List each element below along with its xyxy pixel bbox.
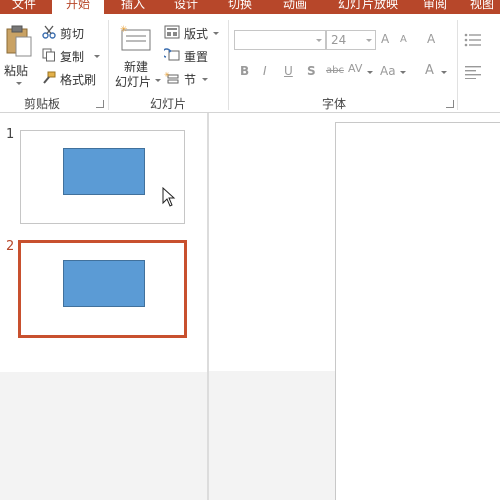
chevron-down-icon[interactable] — [94, 55, 100, 58]
change-case-button[interactable]: Aa — [380, 64, 396, 78]
format-painter-label: 格式刷 — [60, 73, 97, 87]
shrink-font-icon[interactable]: A — [400, 34, 407, 45]
svg-text:✳: ✳ — [120, 25, 128, 35]
paste-icon — [6, 25, 32, 57]
chevron-down-icon[interactable] — [441, 71, 447, 74]
group-divider — [108, 20, 109, 110]
underline-button[interactable]: U — [284, 64, 293, 78]
copy-icon — [42, 48, 55, 62]
ribbon-tab-bar: 文件 开始 插入 设计 切换 动画 幻灯片放映 审阅 视图 — [0, 0, 500, 14]
chevron-down-icon[interactable] — [316, 39, 322, 42]
layout-button[interactable]: 版式 — [164, 24, 222, 42]
section-button[interactable]: ✳ 节 — [164, 70, 222, 88]
svg-text:✳: ✳ — [164, 71, 170, 79]
chevron-down-icon[interactable] — [16, 82, 22, 85]
new-slide-button[interactable]: ✳ 新建 幻灯片 — [113, 22, 161, 92]
mouse-cursor-icon — [162, 187, 176, 207]
chevron-down-icon[interactable] — [202, 78, 208, 81]
font-size-value: 24 — [331, 33, 347, 47]
chevron-down-icon[interactable] — [213, 32, 219, 35]
font-name-combo[interactable] — [234, 30, 326, 50]
text-shadow-button[interactable]: S — [307, 64, 316, 78]
font-group-label: 字体 — [322, 97, 347, 111]
chevron-down-icon[interactable] — [366, 39, 372, 42]
ribbon: 粘贴 剪切 复制 格式刷 剪贴板 ✳ 新建 幻灯片 版式 重置 ✳ 节 幻灯片 … — [0, 14, 500, 113]
new-slide-icon: ✳ — [120, 25, 151, 51]
dialog-launcher-icon[interactable] — [96, 100, 104, 108]
section-label: 节 — [184, 73, 197, 87]
tab-transitions[interactable]: 切换 — [216, 0, 264, 14]
tab-slideshow[interactable]: 幻灯片放映 — [326, 0, 410, 14]
tab-review[interactable]: 审阅 — [414, 0, 456, 14]
slide-thumbnail-pane: 1 2 — [0, 113, 207, 500]
tab-insert[interactable]: 插入 — [110, 0, 156, 14]
chevron-down-icon[interactable] — [367, 71, 373, 74]
tab-animations[interactable]: 动画 — [270, 0, 320, 14]
copy-button[interactable]: 复制 — [42, 47, 102, 65]
clear-format-icon[interactable]: A — [427, 32, 435, 46]
slide-number: 1 — [6, 127, 15, 142]
clipboard-group-label: 剪贴板 — [24, 97, 61, 111]
chevron-down-icon[interactable] — [155, 79, 161, 82]
new-slide-label-line2: 幻灯片 — [115, 75, 152, 89]
character-spacing-button[interactable]: AV — [348, 62, 362, 75]
font-size-combo[interactable]: 24 — [326, 30, 376, 50]
font-color-button[interactable]: A — [425, 63, 434, 78]
section-icon: ✳ — [164, 71, 179, 84]
format-painter-button[interactable]: 格式刷 — [42, 70, 102, 88]
tab-home[interactable]: 开始 — [52, 0, 104, 14]
slide-number: 2 — [6, 239, 15, 254]
layout-icon — [164, 25, 180, 39]
italic-button[interactable]: I — [263, 64, 267, 78]
align-left-icon[interactable] — [464, 65, 482, 79]
scissors-icon — [42, 25, 56, 39]
cut-label: 剪切 — [60, 27, 85, 41]
dialog-launcher-icon[interactable] — [446, 100, 454, 108]
layout-label: 版式 — [184, 27, 209, 41]
bullets-icon[interactable] — [464, 33, 482, 47]
group-divider — [228, 20, 229, 110]
reset-icon — [164, 48, 180, 61]
paste-label: 粘贴 — [4, 64, 29, 78]
tab-design[interactable]: 设计 — [162, 0, 210, 14]
slide-thumbnail-1[interactable] — [20, 130, 185, 224]
reset-button[interactable]: 重置 — [164, 47, 222, 65]
tab-file[interactable]: 文件 — [0, 0, 48, 14]
group-divider — [457, 20, 458, 110]
tab-view[interactable]: 视图 — [462, 0, 500, 14]
rectangle-shape — [63, 260, 145, 307]
thumbnail-pane-empty-area — [0, 372, 207, 500]
chevron-down-icon[interactable] — [400, 71, 406, 74]
format-painter-icon — [43, 71, 56, 84]
reset-label: 重置 — [184, 50, 209, 64]
paste-button[interactable]: 粘贴 — [2, 22, 36, 92]
strikethrough-button[interactable]: abc — [326, 65, 344, 76]
grow-font-icon[interactable]: A — [381, 32, 389, 46]
slide-canvas[interactable] — [335, 122, 500, 500]
bold-button[interactable]: B — [240, 64, 249, 78]
slide-editor-area — [209, 113, 500, 500]
rectangle-shape — [63, 148, 145, 195]
slide-thumbnail-2[interactable] — [18, 240, 187, 338]
copy-label: 复制 — [60, 50, 85, 64]
powerpoint-window: 文件 开始 插入 设计 切换 动画 幻灯片放映 审阅 视图 粘贴 剪切 复制 格… — [0, 0, 500, 500]
cut-button[interactable]: 剪切 — [42, 24, 102, 42]
slides-group-label: 幻灯片 — [150, 97, 187, 111]
